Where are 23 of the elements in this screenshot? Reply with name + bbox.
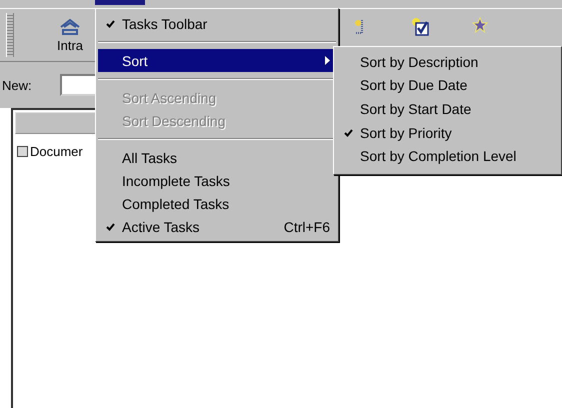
menu-item[interactable]: Sort by Due Date	[336, 74, 559, 98]
menu-item[interactable]: Incomplete Tasks	[98, 169, 336, 192]
star-icon[interactable]	[472, 17, 488, 33]
menu-item[interactable]: Sort by Description	[336, 50, 559, 74]
menu-item[interactable]: Sort by Completion Level	[336, 144, 559, 168]
menu-item[interactable]: Tasks Toolbar	[98, 12, 336, 35]
checkmark-icon	[106, 20, 114, 28]
toolbar-button[interactable]: Intra	[42, 16, 98, 54]
task-checkbox[interactable]	[17, 146, 28, 157]
new-label: New:	[2, 78, 33, 92]
menu-item[interactable]: Sort by Start Date	[336, 97, 559, 121]
checkbox-icon[interactable]	[410, 17, 430, 37]
menu-item[interactable]: All Tasks	[98, 146, 336, 169]
checkmark-icon	[344, 128, 352, 137]
menu-item[interactable]: Sort	[98, 49, 336, 72]
task-label[interactable]: Documer	[30, 144, 83, 159]
checkmark-icon	[106, 222, 114, 230]
menu-item[interactable]: Sort by Priority	[336, 120, 559, 144]
menu-item[interactable]: Active Tasks Ctrl+F6	[98, 215, 336, 238]
toolbar-grip[interactable]	[6, 13, 14, 57]
house-icon	[59, 18, 81, 36]
submenu-arrow-icon	[325, 56, 330, 65]
menu-item[interactable]: Completed Tasks	[98, 192, 336, 215]
